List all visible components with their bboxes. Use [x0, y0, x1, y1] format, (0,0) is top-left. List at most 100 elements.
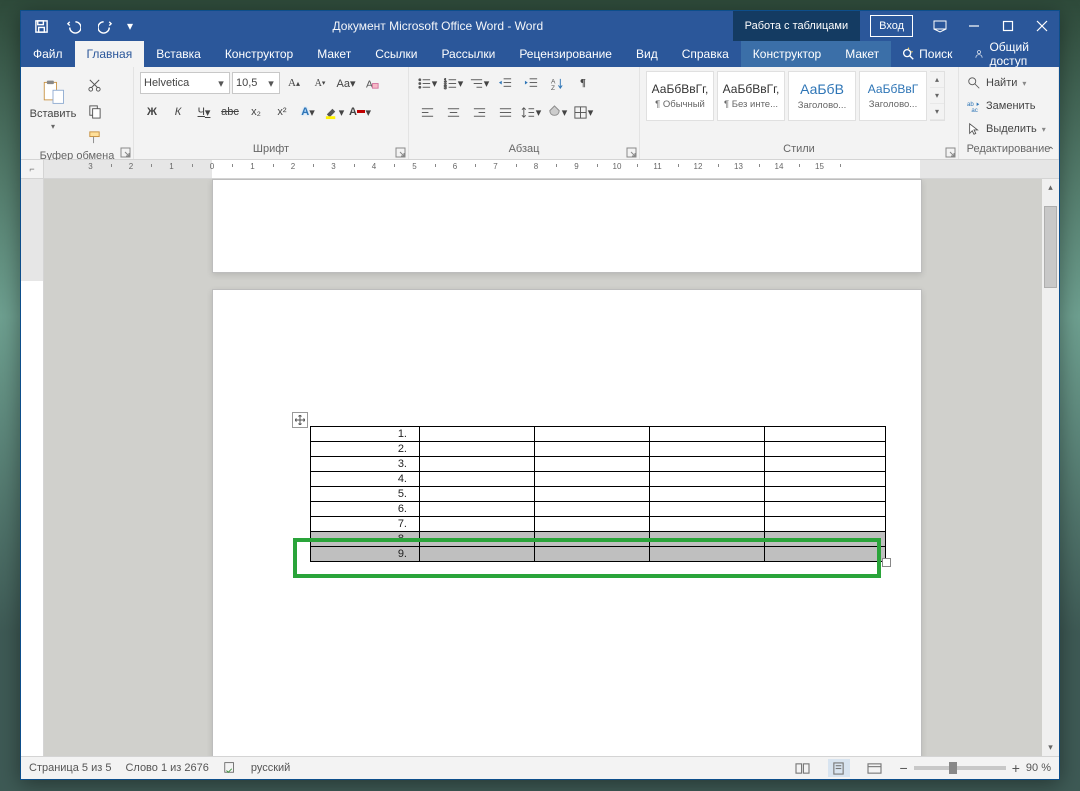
language-indicator[interactable]: русский [251, 762, 290, 774]
table-cell-number[interactable]: 3. [311, 457, 420, 472]
table-row[interactable]: 7. [311, 517, 886, 532]
table-cell[interactable] [535, 532, 650, 547]
tab-table-design[interactable]: Конструктор [741, 41, 833, 67]
zoom-out-button[interactable]: − [900, 760, 908, 776]
web-layout-button[interactable] [864, 759, 886, 777]
minimize-button[interactable] [957, 11, 991, 41]
table-cell[interactable] [535, 502, 650, 517]
scroll-down-button[interactable]: ▾ [1042, 739, 1059, 756]
shrink-font-button[interactable]: A▾ [308, 71, 332, 95]
numbering-button[interactable]: 123▾ [441, 71, 465, 95]
paste-button[interactable]: Вставить ▾ [27, 71, 79, 137]
redo-button[interactable] [91, 13, 119, 39]
tab-help[interactable]: Справка [670, 41, 741, 67]
decrease-indent-button[interactable] [493, 71, 517, 95]
tab-insert[interactable]: Вставка [144, 41, 213, 67]
table-cell-number[interactable]: 9. [311, 547, 420, 562]
table-move-handle[interactable] [292, 412, 308, 428]
save-button[interactable] [27, 13, 55, 39]
paragraph-dialog-launcher[interactable] [626, 147, 637, 158]
font-size-select[interactable]: 10,5▾ [232, 72, 280, 94]
table-row[interactable]: 6. [311, 502, 886, 517]
table-cell[interactable] [535, 487, 650, 502]
table-cell[interactable] [650, 547, 765, 562]
collapse-ribbon-button[interactable]: ⌃ [1047, 146, 1055, 157]
align-right-button[interactable] [467, 100, 491, 124]
italic-button[interactable]: К [166, 100, 190, 124]
shading-button[interactable]: ▾ [545, 100, 569, 124]
table-cell[interactable] [650, 457, 765, 472]
table-cell-number[interactable]: 4. [311, 472, 420, 487]
tab-file[interactable]: Файл [21, 41, 75, 67]
replace-button[interactable]: abacЗаменить [965, 96, 1037, 116]
zoom-slider[interactable] [914, 766, 1006, 770]
highlight-button[interactable]: ▾ [322, 100, 346, 124]
table-cell[interactable] [535, 517, 650, 532]
align-left-button[interactable] [415, 100, 439, 124]
sign-in-button[interactable]: Вход [870, 15, 913, 37]
table-cell[interactable] [650, 487, 765, 502]
subscript-button[interactable]: x₂ [244, 100, 268, 124]
table-row[interactable]: 4. [311, 472, 886, 487]
justify-button[interactable] [493, 100, 517, 124]
table-cell[interactable] [535, 427, 650, 442]
word-count[interactable]: Слово 1 из 2676 [125, 762, 208, 774]
table-cell[interactable] [650, 427, 765, 442]
table-cell-number[interactable]: 1. [311, 427, 420, 442]
styles-dialog-launcher[interactable] [945, 147, 956, 158]
table-cell[interactable] [650, 502, 765, 517]
table-cell[interactable] [420, 517, 535, 532]
underline-button[interactable]: Ч▾ [192, 100, 216, 124]
tab-home[interactable]: Главная [75, 41, 145, 67]
table-cell[interactable] [420, 442, 535, 457]
table-row[interactable]: 2. [311, 442, 886, 457]
style-heading1[interactable]: АаБбВЗаголово... [788, 71, 856, 121]
table-cell-number[interactable]: 2. [311, 442, 420, 457]
copy-button[interactable] [82, 99, 106, 123]
table-cell-number[interactable]: 7. [311, 517, 420, 532]
vertical-scrollbar[interactable]: ▴ ▾ [1042, 179, 1059, 756]
table-cell[interactable] [650, 472, 765, 487]
table-cell[interactable] [420, 427, 535, 442]
find-button[interactable]: Найти▾ [965, 73, 1028, 93]
grow-font-button[interactable]: A▴ [282, 71, 306, 95]
show-marks-button[interactable]: ¶ [571, 71, 595, 95]
table-cell-number[interactable]: 6. [311, 502, 420, 517]
table-resize-handle[interactable] [882, 558, 891, 567]
vertical-ruler[interactable] [21, 179, 44, 756]
font-name-select[interactable]: Helvetica▾ [140, 72, 230, 94]
document-viewport[interactable]: 1.2.3.4.5.6.7.8.9. ▴ ▾ [44, 179, 1059, 756]
tab-view[interactable]: Вид [624, 41, 670, 67]
increase-indent-button[interactable] [519, 71, 543, 95]
table-cell[interactable] [650, 517, 765, 532]
spellcheck-button[interactable] [223, 760, 237, 777]
table-cell[interactable] [535, 547, 650, 562]
maximize-button[interactable] [991, 11, 1025, 41]
table-cell[interactable] [765, 427, 886, 442]
undo-button[interactable] [59, 13, 87, 39]
table-row[interactable]: 9. [311, 547, 886, 562]
table-cell[interactable] [765, 517, 886, 532]
table-cell[interactable] [420, 532, 535, 547]
document-table[interactable]: 1.2.3.4.5.6.7.8.9. [310, 426, 886, 562]
tab-mailings[interactable]: Рассылки [429, 41, 507, 67]
clear-formatting-button[interactable]: A [360, 71, 384, 95]
tell-me-search[interactable]: Поиск [891, 41, 962, 67]
table-row[interactable]: 8. [311, 532, 886, 547]
print-layout-button[interactable] [828, 759, 850, 777]
bullets-button[interactable]: ▾ [415, 71, 439, 95]
zoom-level[interactable]: 90 % [1026, 762, 1051, 774]
table-cell[interactable] [765, 442, 886, 457]
align-center-button[interactable] [441, 100, 465, 124]
table-cell[interactable] [535, 472, 650, 487]
tab-layout[interactable]: Макет [305, 41, 363, 67]
table-cell[interactable] [535, 442, 650, 457]
tab-table-layout[interactable]: Макет [833, 41, 891, 67]
page-indicator[interactable]: Страница 5 из 5 [29, 762, 111, 774]
table-cell[interactable] [765, 532, 886, 547]
line-spacing-button[interactable]: ▾ [519, 100, 543, 124]
styles-gallery-scroll[interactable]: ▴▾▾ [930, 71, 945, 121]
sort-button[interactable]: AZ [545, 71, 569, 95]
bold-button[interactable]: Ж [140, 100, 164, 124]
format-painter-button[interactable] [82, 125, 106, 149]
